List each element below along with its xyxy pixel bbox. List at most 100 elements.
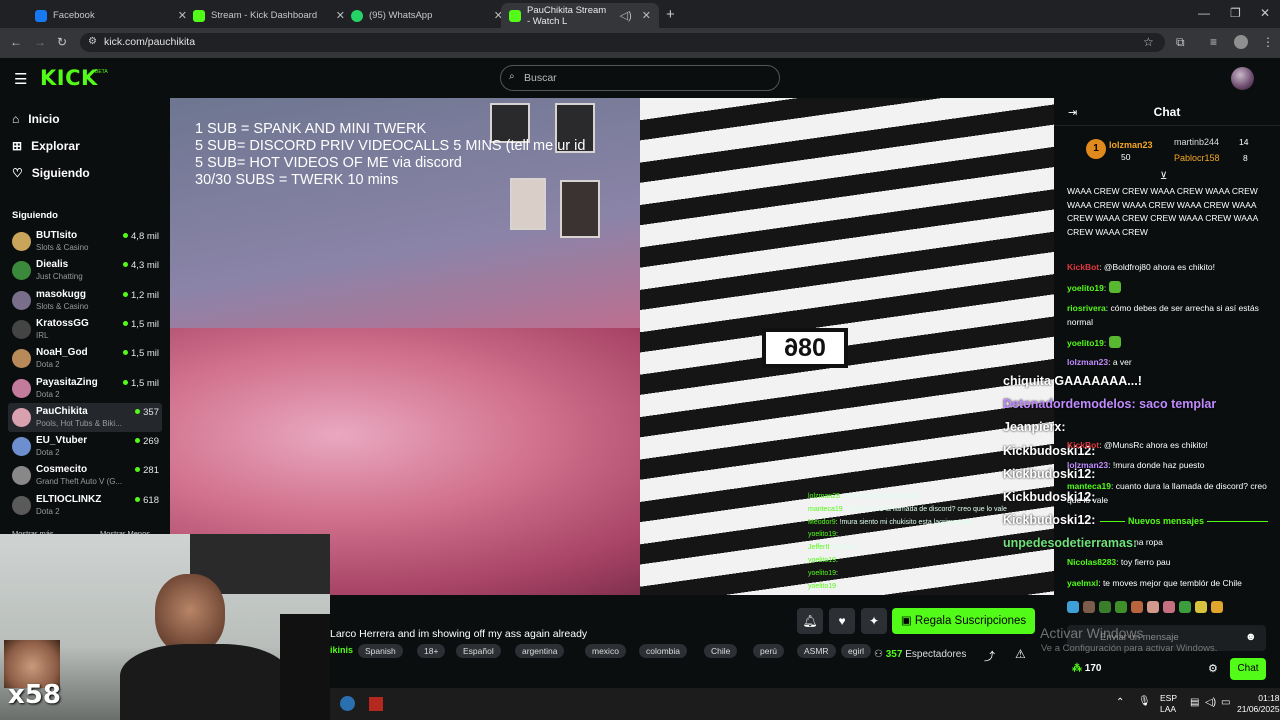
sidebar-channel[interactable]: NoaH_God Dota 2 1,5 mil (8, 344, 162, 373)
stream-tag[interactable]: egirl (841, 644, 872, 658)
tab-pauchikita[interactable]: PauChikita Stream - Watch L ◁) ✕ (501, 3, 659, 28)
stream-tag[interactable]: Spanish (358, 644, 403, 658)
activate-windows-subtitle: Ve a Configuración para activar Windows. (1041, 643, 1218, 654)
site-info-icon[interactable]: ⚙ (88, 37, 97, 47)
volume-icon[interactable]: ◁) (1205, 698, 1216, 708)
extensions-icon[interactable]: ⧉ (1176, 36, 1185, 48)
sidebar-channel[interactable]: Diealis Just Chatting 4,3 mil (8, 256, 162, 285)
emote-icon (1108, 336, 1121, 348)
chat-username[interactable]: Nicolas8283 (1067, 557, 1116, 567)
chat-username[interactable]: yoelito19 (1067, 283, 1104, 293)
chat-username[interactable]: riosrivera (1067, 303, 1106, 313)
home-icon: ⌂ (12, 112, 20, 126)
emote-icon[interactable] (1115, 601, 1127, 613)
stream-tag[interactable]: Español (456, 644, 501, 658)
back-icon[interactable]: ← (10, 36, 22, 48)
menu-icon[interactable]: ⋮ (1262, 36, 1274, 48)
tab-facebook[interactable]: Facebook ✕ (27, 3, 195, 28)
stream-tag[interactable]: Chile (704, 644, 738, 658)
sidebar-channel[interactable]: masokugg Slots & Casino 1,2 mil (8, 286, 162, 315)
window-close-icon[interactable]: ✕ (1260, 7, 1270, 19)
stream-title: Larco Herrera and im showing off my ass … (330, 628, 588, 640)
media-icon[interactable]: ≡ (1210, 36, 1217, 48)
stream-tag[interactable]: colombia (639, 644, 688, 658)
chat-username[interactable]: lolzman23 (1067, 460, 1108, 470)
emote-icon[interactable] (1195, 601, 1207, 613)
stream-tag[interactable]: mexico (585, 644, 626, 658)
close-icon[interactable]: ✕ (642, 9, 651, 22)
emote-icon[interactable] (1099, 601, 1111, 613)
sidebar-channel[interactable]: ELTIOCLINKZ Dota 2 618 (8, 491, 162, 520)
bookmark-star-icon[interactable]: ☆ (1143, 36, 1154, 48)
sidebar-channel[interactable]: EU_Vtuber Dota 2 269 (8, 432, 162, 461)
user-avatar[interactable] (1231, 67, 1254, 90)
battery-icon[interactable]: ▭ (1221, 698, 1230, 708)
tab-kick-dashboard[interactable]: Stream - Kick Dashboard ✕ (185, 3, 353, 28)
stream-tag[interactable]: perú (753, 644, 785, 658)
emote-bar[interactable] (1067, 601, 1267, 619)
stream-tag[interactable]: 18+ (417, 644, 446, 658)
hamburger-icon[interactable]: ☰ (14, 70, 27, 88)
emote-icon[interactable] (1067, 601, 1079, 613)
pc-tower (280, 614, 330, 720)
clock[interactable]: 01:18 21/06/2025 (1237, 693, 1280, 715)
collapse-chat-icon[interactable]: ⇥ (1068, 106, 1077, 119)
tab-whatsapp[interactable]: (95) WhatsApp ✕ (343, 3, 511, 28)
channel-viewers: 1,5 mil (123, 348, 159, 359)
speaker-icon[interactable]: ◁) (620, 9, 632, 22)
video-chat-user: yoelito19 (808, 557, 837, 564)
report-icon[interactable]: ⚠ (1015, 647, 1026, 661)
emote-icon[interactable] (1131, 601, 1143, 613)
steam-icon[interactable] (340, 696, 355, 711)
profile-icon[interactable] (1234, 35, 1248, 49)
dota-icon[interactable] (369, 697, 383, 711)
share-icon[interactable]: ⤴ (984, 648, 995, 664)
emote-icon[interactable] (1211, 601, 1223, 613)
follow-heart-icon[interactable]: ♥ (829, 608, 855, 634)
emote-icon[interactable] (1083, 601, 1095, 613)
chat-username[interactable]: KickBot (1067, 262, 1099, 272)
chat-username[interactable]: yaelmxl (1067, 578, 1098, 588)
sidebar-channel[interactable]: PauChikita Pools, Hot Tubs & Biki... 357 (8, 402, 162, 432)
stream-tag[interactable]: argentina (515, 644, 565, 658)
new-tab-icon[interactable]: + (666, 7, 675, 22)
maximize-icon[interactable]: ❐ (1230, 7, 1241, 19)
tray-chevron-icon[interactable]: ⌃ (1116, 698, 1124, 708)
leader-value: 14 (1239, 137, 1249, 147)
pin-icon[interactable]: ⊻ (1160, 171, 1167, 182)
channel-avatar (12, 290, 31, 310)
network-icon[interactable]: ▤ (1190, 698, 1199, 708)
chat-username[interactable]: lolzman23 (1067, 357, 1108, 367)
emote-icon (1108, 281, 1121, 293)
nav-inicio[interactable]: ⌂ Inicio (12, 112, 60, 126)
reload-icon[interactable]: ↻ (57, 36, 67, 48)
nav-explorar[interactable]: ⊞ Explorar (12, 139, 80, 153)
chat-send-button[interactable]: Chat (1230, 658, 1266, 680)
search-input[interactable]: Buscar (500, 65, 780, 91)
stream-tag[interactable]: ASMR (797, 644, 836, 658)
stream-category[interactable]: ikinis (330, 645, 353, 655)
emote-icon[interactable] (1179, 601, 1191, 613)
chat-username[interactable]: yoelito19 (1067, 338, 1104, 348)
kick-logo[interactable]: KICK (40, 66, 98, 90)
chat-username[interactable]: KickBot (1067, 440, 1099, 450)
sidebar-channel[interactable]: Cosmecito Grand Theft Auto V (G... 281 (8, 461, 162, 490)
channel-points[interactable]: ⁂ 170 (1072, 663, 1101, 674)
url-field[interactable]: kick.com/pauchikita (80, 33, 1165, 52)
gift-subs-button[interactable]: ▣ Regala Suscripciones (892, 608, 1035, 634)
microphone-icon[interactable]: 🎙︎ (1138, 697, 1151, 707)
emote-icon[interactable] (1147, 601, 1159, 613)
forward-icon[interactable]: → (34, 36, 46, 48)
keyboard-language[interactable]: ESP LAA (1160, 693, 1177, 715)
sidebar-channel[interactable]: PayasitaZing Dota 2 1,5 mil (8, 374, 162, 403)
emote-icon[interactable] (1163, 601, 1175, 613)
sparkle-icon[interactable]: ✦ (861, 608, 887, 634)
sidebar-channel[interactable]: BUTIsito Slots & Casino 4,8 mil (8, 227, 162, 256)
minimize-icon[interactable]: — (1198, 7, 1210, 19)
notification-bell-icon[interactable]: 🔔︎ (797, 608, 823, 634)
chat-username[interactable]: manteca19 (1067, 481, 1111, 491)
nav-siguiendo[interactable]: ♡ Siguiendo (12, 166, 90, 180)
chat-settings-icon[interactable]: ⚙ (1208, 662, 1218, 675)
emoji-picker-icon[interactable]: ☻ (1245, 631, 1257, 643)
sidebar-channel[interactable]: KratossGG IRL 1,5 mil (8, 315, 162, 344)
